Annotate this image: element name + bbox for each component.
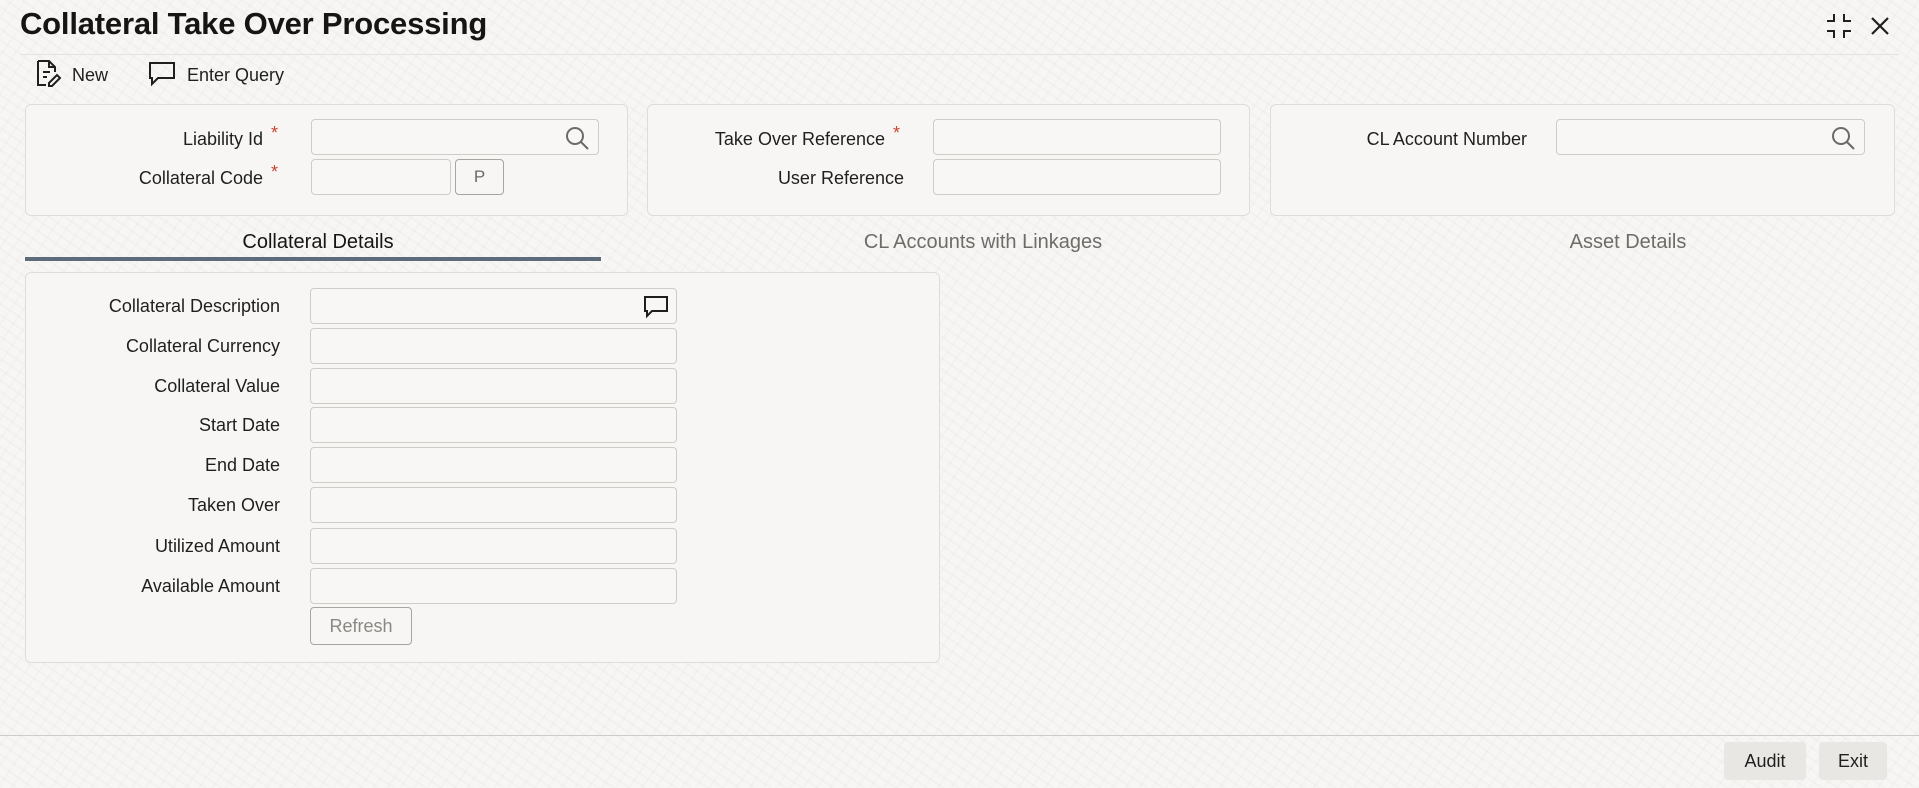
tab-collateral-details[interactable]: Collateral Details bbox=[25, 222, 611, 262]
end-date-field[interactable] bbox=[310, 447, 677, 483]
collateral-description-label: Collateral Description bbox=[108, 296, 280, 316]
search-icon[interactable] bbox=[1830, 125, 1856, 151]
required-marker: * bbox=[893, 123, 901, 143]
taken-over-label: Taken Over bbox=[187, 495, 280, 515]
take-over-reference-label: Take Over Reference bbox=[714, 129, 885, 149]
collateral-description-field[interactable] bbox=[310, 288, 677, 324]
start-date-label: Start Date bbox=[198, 415, 280, 435]
required-marker: * bbox=[271, 123, 279, 143]
enter-query-label: Enter Query bbox=[187, 64, 285, 85]
taken-over-field[interactable] bbox=[310, 487, 677, 523]
start-date-field[interactable] bbox=[310, 407, 677, 443]
minimize-icon[interactable] bbox=[1823, 10, 1855, 42]
start-date-input[interactable] bbox=[311, 408, 676, 442]
collateral-currency-field[interactable] bbox=[310, 328, 677, 364]
collateral-value-input[interactable] bbox=[311, 369, 676, 403]
available-amount-input[interactable] bbox=[311, 569, 676, 603]
end-date-label: End Date bbox=[204, 455, 280, 475]
cl-account-number-input[interactable] bbox=[1557, 120, 1864, 154]
liability-id-field[interactable] bbox=[311, 119, 599, 155]
taken-over-input[interactable] bbox=[311, 488, 676, 522]
header-panel-left: Liability Id * Collateral Code * P bbox=[25, 104, 628, 216]
active-tab-indicator bbox=[25, 257, 601, 261]
take-over-reference-input[interactable] bbox=[934, 120, 1220, 154]
audit-button[interactable]: Audit bbox=[1724, 742, 1806, 780]
refresh-button[interactable]: Refresh bbox=[310, 607, 412, 645]
user-reference-input[interactable] bbox=[934, 160, 1220, 194]
collateral-description-input[interactable] bbox=[311, 289, 676, 323]
user-reference-label: User Reference bbox=[777, 168, 904, 188]
take-over-reference-field[interactable] bbox=[933, 119, 1221, 155]
new-button[interactable]: New bbox=[32, 58, 108, 92]
collateral-code-field[interactable] bbox=[311, 159, 451, 195]
available-amount-field[interactable] bbox=[310, 568, 677, 604]
user-reference-field[interactable] bbox=[933, 159, 1221, 195]
collateral-code-label: Collateral Code bbox=[138, 168, 263, 188]
chat-bubble-icon[interactable] bbox=[642, 293, 668, 319]
collateral-value-label: Collateral Value bbox=[154, 376, 280, 396]
page-title: Collateral Take Over Processing bbox=[20, 6, 488, 41]
collateral-code-p-button[interactable]: P bbox=[455, 159, 504, 195]
cl-account-number-field[interactable] bbox=[1556, 119, 1865, 155]
collateral-code-input[interactable] bbox=[312, 160, 450, 194]
new-document-icon bbox=[32, 58, 62, 93]
exit-button[interactable]: Exit bbox=[1819, 742, 1887, 780]
close-icon[interactable] bbox=[1864, 10, 1896, 42]
new-label: New bbox=[72, 64, 109, 85]
collateral-currency-label: Collateral Currency bbox=[125, 336, 280, 356]
liability-id-input[interactable] bbox=[312, 120, 598, 154]
utilized-amount-input[interactable] bbox=[311, 529, 676, 563]
header-panel-middle: Take Over Reference * User Reference bbox=[647, 104, 1250, 216]
collateral-value-field[interactable] bbox=[310, 368, 677, 404]
chat-bubble-icon bbox=[147, 58, 177, 93]
title-divider bbox=[20, 54, 1899, 55]
cl-account-number-label: CL Account Number bbox=[1366, 129, 1527, 149]
header-panel-right: CL Account Number bbox=[1270, 104, 1895, 216]
utilized-amount-label: Utilized Amount bbox=[154, 536, 280, 556]
footer-divider bbox=[0, 735, 1919, 736]
available-amount-label: Available Amount bbox=[141, 576, 280, 596]
search-icon[interactable] bbox=[564, 125, 590, 151]
enter-query-button[interactable]: Enter Query bbox=[147, 58, 284, 92]
collateral-currency-input[interactable] bbox=[311, 329, 676, 363]
tab-asset-details[interactable]: Asset Details bbox=[1335, 222, 1919, 262]
liability-id-label: Liability Id bbox=[182, 129, 263, 149]
end-date-input[interactable] bbox=[311, 448, 676, 482]
required-marker: * bbox=[271, 162, 279, 182]
utilized-amount-field[interactable] bbox=[310, 528, 677, 564]
tab-cl-accounts-with-linkages[interactable]: CL Accounts with Linkages bbox=[690, 222, 1276, 262]
